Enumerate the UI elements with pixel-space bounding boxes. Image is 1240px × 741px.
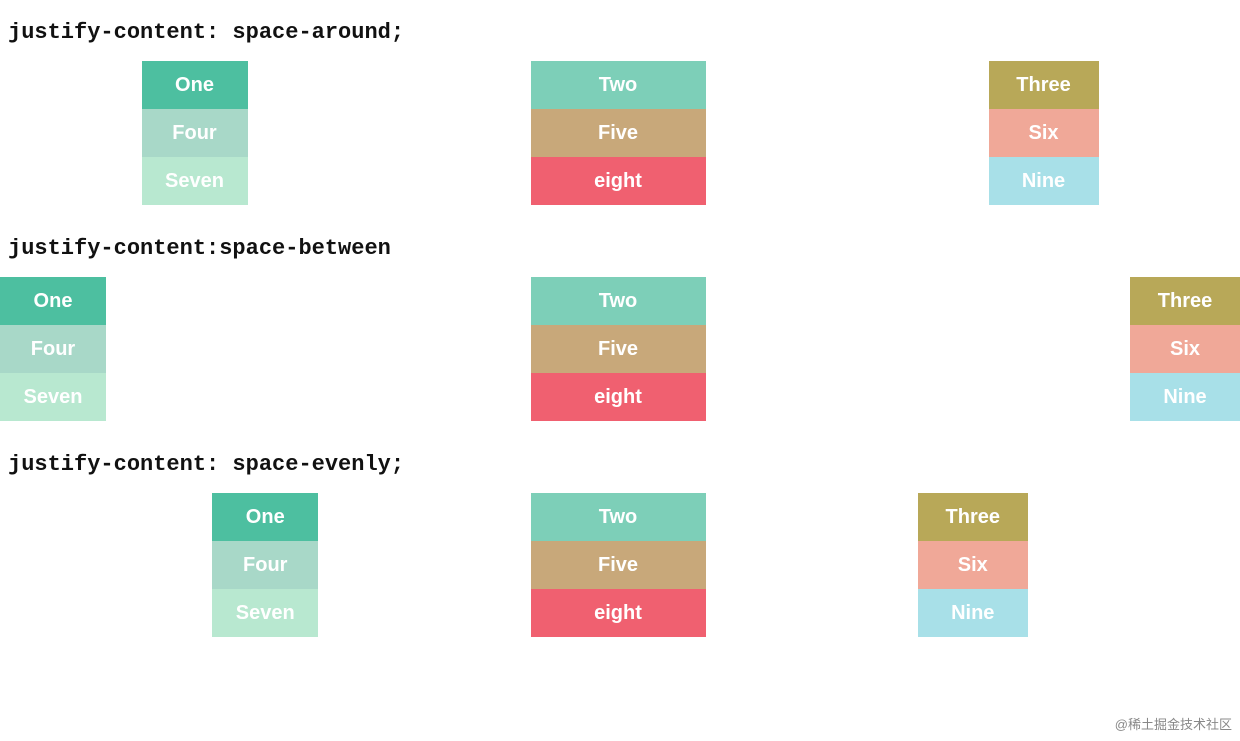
box-space-evenly-col1-seven: Seven [212,589,318,637]
box-space-evenly-col1-one: One [212,493,318,541]
column-space-around-2: TwoFiveeight [531,61,706,205]
box-space-between-col3-six: Six [1130,325,1240,373]
box-space-evenly-col2-two: Two [531,493,706,541]
section-label-space-evenly: justify-content: space-evenly; [0,442,1240,483]
watermark: @稀土掘金技术社区 [1115,714,1232,733]
column-space-evenly-2: TwoFiveeight [531,493,706,637]
box-space-around-col1-one: One [142,61,248,109]
column-space-around-1: OneFourSeven [142,61,248,205]
demo-container-space-evenly: OneFourSeven TwoFiveeight ThreeSixNine [0,483,1240,658]
box-space-between-col2-eight: eight [531,373,706,421]
column-space-between-1: OneFourSeven [0,277,106,421]
box-space-between-col1-one: One [0,277,106,325]
column-space-evenly-3: ThreeSixNine [918,493,1028,637]
column-space-between-2: TwoFiveeight [531,277,706,421]
column-space-evenly-1: OneFourSeven [212,493,318,637]
box-space-around-col3-three: Three [989,61,1099,109]
demo-container-space-between: OneFourSeven TwoFiveeight ThreeSixNine [0,267,1240,442]
box-space-between-col2-two: Two [531,277,706,325]
box-space-between-col3-nine: Nine [1130,373,1240,421]
column-space-around-3: ThreeSixNine [989,61,1099,205]
box-space-around-col2-five: Five [531,109,706,157]
box-space-evenly-col3-three: Three [918,493,1028,541]
box-space-around-col1-four: Four [142,109,248,157]
box-space-evenly-col3-nine: Nine [918,589,1028,637]
box-space-evenly-col2-eight: eight [531,589,706,637]
section-label-space-between: justify-content:space-between [0,226,1240,267]
box-space-around-col3-six: Six [989,109,1099,157]
box-space-evenly-col2-five: Five [531,541,706,589]
box-space-between-col1-four: Four [0,325,106,373]
box-space-around-col2-two: Two [531,61,706,109]
box-space-evenly-col3-six: Six [918,541,1028,589]
box-space-between-col3-three: Three [1130,277,1240,325]
box-space-evenly-col1-four: Four [212,541,318,589]
box-space-around-col3-nine: Nine [989,157,1099,205]
box-space-between-col1-seven: Seven [0,373,106,421]
box-space-around-col2-eight: eight [531,157,706,205]
demo-container-space-around: OneFourSeven TwoFiveeight ThreeSixNine [0,51,1240,226]
box-space-around-col1-seven: Seven [142,157,248,205]
section-label-space-around: justify-content: space-around; [0,10,1240,51]
column-space-between-3: ThreeSixNine [1130,277,1240,421]
box-space-between-col2-five: Five [531,325,706,373]
